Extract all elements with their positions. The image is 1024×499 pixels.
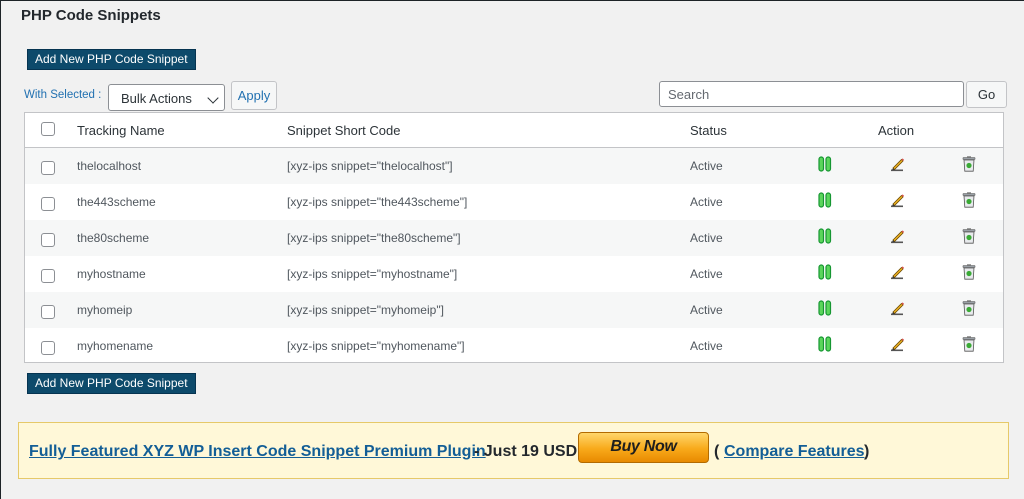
snippet-short-code: [xyz-ips snippet="thelocalhost"]	[287, 159, 453, 173]
snippets-table: Tracking Name Snippet Short Code Status …	[24, 112, 1004, 363]
row-checkbox[interactable]	[41, 341, 55, 355]
buy-now-button[interactable]: Buy Now	[578, 432, 709, 463]
edit-icon[interactable]	[889, 300, 905, 316]
tracking-name: myhomeip	[77, 303, 133, 317]
edit-icon[interactable]	[889, 228, 905, 244]
promo-price: - Just 19 USD	[474, 443, 578, 460]
top-border	[0, 0, 1024, 1]
compare-features-link[interactable]: Compare Features	[724, 443, 865, 461]
open-paren: (	[714, 443, 720, 460]
table-row: myhomename [xyz-ips snippet="myhomename"]…	[25, 328, 1003, 364]
delete-icon[interactable]	[962, 192, 978, 208]
chevron-down-icon	[207, 92, 219, 104]
pause-icon[interactable]	[818, 156, 834, 172]
table-header: Tracking Name Snippet Short Code Status …	[25, 113, 1003, 148]
premium-promo-banner: Fully Featured XYZ WP Insert Code Snippe…	[18, 422, 1009, 479]
pause-icon[interactable]	[818, 336, 834, 352]
delete-icon[interactable]	[962, 300, 978, 316]
header-short-code: Snippet Short Code	[287, 123, 401, 138]
edit-icon[interactable]	[889, 156, 905, 172]
pause-icon[interactable]	[818, 300, 834, 316]
left-border	[0, 0, 1, 499]
edit-icon[interactable]	[889, 192, 905, 208]
row-checkbox[interactable]	[41, 233, 55, 247]
header-status: Status	[690, 123, 727, 138]
tracking-name: the443scheme	[77, 195, 156, 209]
row-checkbox[interactable]	[41, 305, 55, 319]
status-text: Active	[690, 159, 723, 173]
snippet-short-code: [xyz-ips snippet="the80scheme"]	[287, 231, 461, 245]
apply-button[interactable]: Apply	[231, 81, 277, 110]
snippet-short-code: [xyz-ips snippet="myhomename"]	[287, 339, 465, 353]
bulk-actions-value: Bulk Actions	[121, 91, 192, 106]
table-row: the80scheme [xyz-ips snippet="the80scheme…	[25, 220, 1003, 256]
buy-now-label: Buy Now	[610, 438, 677, 455]
delete-icon[interactable]	[962, 156, 978, 172]
tracking-name: thelocalhost	[77, 159, 142, 173]
row-checkbox[interactable]	[41, 161, 55, 175]
row-checkbox[interactable]	[41, 269, 55, 283]
delete-icon[interactable]	[962, 228, 978, 244]
select-all-checkbox[interactable]	[41, 122, 55, 136]
bulk-actions-select[interactable]: Bulk Actions	[108, 84, 225, 111]
add-snippet-button[interactable]: Add New PHP Code Snippet	[27, 49, 196, 70]
snippet-short-code: [xyz-ips snippet="myhomeip"]	[287, 303, 444, 317]
status-text: Active	[690, 303, 723, 317]
snippet-short-code: [xyz-ips snippet="myhostname"]	[287, 267, 458, 281]
status-text: Active	[690, 267, 723, 281]
snippet-short-code: [xyz-ips snippet="the443scheme"]	[287, 195, 468, 209]
with-selected-label: With Selected :	[24, 89, 102, 101]
row-checkbox[interactable]	[41, 197, 55, 211]
header-action: Action	[878, 123, 915, 138]
pause-icon[interactable]	[818, 192, 834, 208]
page-title: PHP Code Snippets	[21, 7, 161, 24]
search-input[interactable]	[659, 81, 964, 107]
edit-icon[interactable]	[889, 336, 905, 352]
close-paren: )	[864, 443, 870, 460]
header-tracking-name: Tracking Name	[77, 123, 165, 138]
delete-icon[interactable]	[962, 336, 978, 352]
premium-plugin-link[interactable]: Fully Featured XYZ WP Insert Code Snippe…	[29, 443, 486, 461]
go-button[interactable]: Go	[966, 81, 1007, 108]
pause-icon[interactable]	[818, 264, 834, 280]
tracking-name: myhomename	[77, 339, 154, 353]
tracking-name: myhostname	[77, 267, 146, 281]
edit-icon[interactable]	[889, 264, 905, 280]
pause-icon[interactable]	[818, 228, 834, 244]
table-row: myhostname [xyz-ips snippet="myhostname"]…	[25, 256, 1003, 292]
delete-icon[interactable]	[962, 264, 978, 280]
status-text: Active	[690, 231, 723, 245]
table-row: thelocalhost [xyz-ips snippet="thelocalho…	[25, 148, 1003, 184]
add-snippet-button-bottom[interactable]: Add New PHP Code Snippet	[27, 373, 196, 394]
status-text: Active	[690, 339, 723, 353]
status-text: Active	[690, 195, 723, 209]
table-row: myhomeip [xyz-ips snippet="myhomeip"] Acti…	[25, 292, 1003, 328]
tracking-name: the80scheme	[77, 231, 150, 245]
table-row: the443scheme [xyz-ips snippet="the443sche…	[25, 184, 1003, 220]
